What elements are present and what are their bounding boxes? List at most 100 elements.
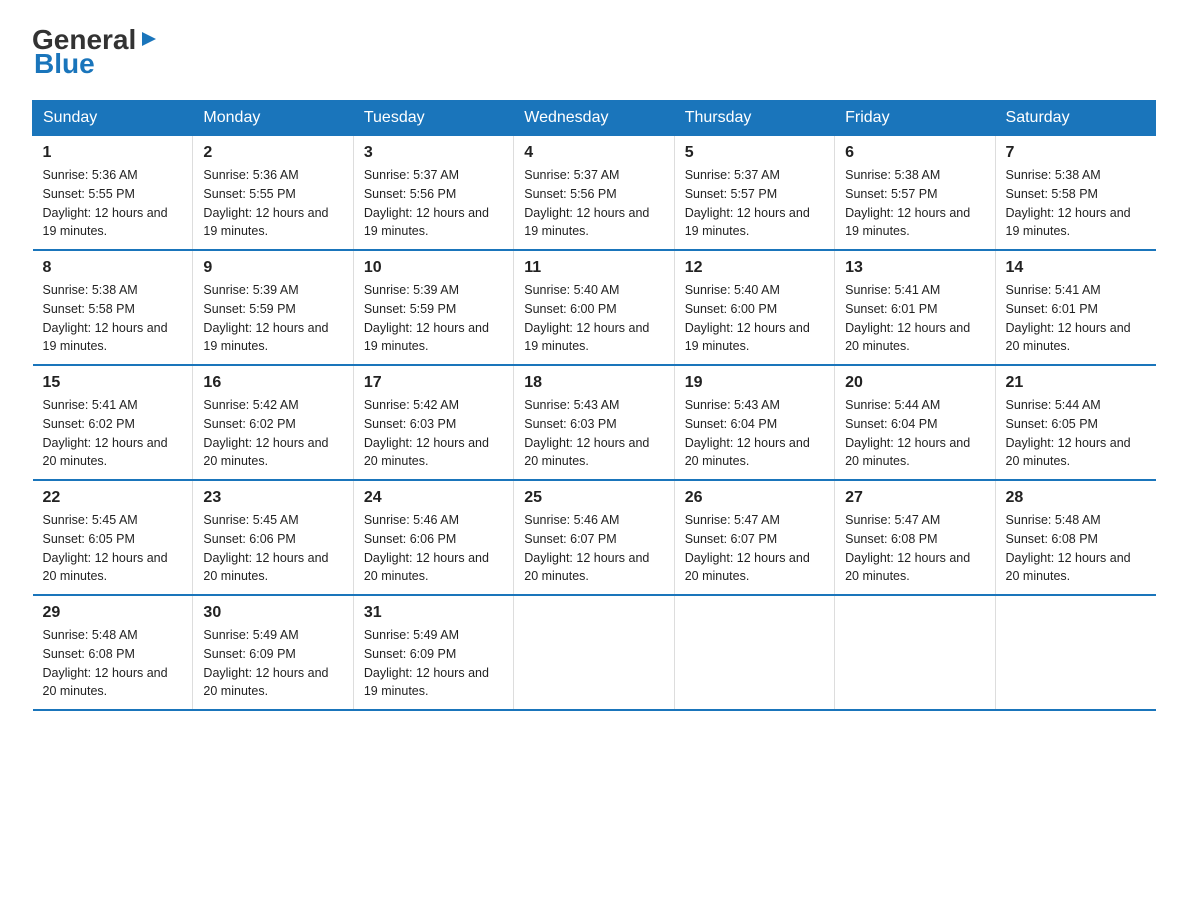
day-info: Sunrise: 5:40 AMSunset: 6:00 PMDaylight:… <box>524 281 663 356</box>
day-number: 30 <box>203 604 342 622</box>
calendar-cell: 5 Sunrise: 5:37 AMSunset: 5:57 PMDayligh… <box>674 136 834 251</box>
logo-arrow-icon <box>138 28 160 50</box>
day-info: Sunrise: 5:36 AMSunset: 5:55 PMDaylight:… <box>43 166 183 241</box>
day-info: Sunrise: 5:43 AMSunset: 6:03 PMDaylight:… <box>524 396 663 471</box>
calendar-header-wednesday: Wednesday <box>514 101 674 136</box>
calendar-header-monday: Monday <box>193 101 353 136</box>
calendar-week-1: 1 Sunrise: 5:36 AMSunset: 5:55 PMDayligh… <box>33 136 1156 251</box>
day-number: 31 <box>364 604 503 622</box>
day-info: Sunrise: 5:48 AMSunset: 6:08 PMDaylight:… <box>1006 511 1146 586</box>
day-info: Sunrise: 5:49 AMSunset: 6:09 PMDaylight:… <box>364 626 503 701</box>
day-number: 4 <box>524 144 663 162</box>
day-number: 17 <box>364 374 503 392</box>
day-info: Sunrise: 5:39 AMSunset: 5:59 PMDaylight:… <box>203 281 342 356</box>
calendar-header-friday: Friday <box>835 101 995 136</box>
day-info: Sunrise: 5:38 AMSunset: 5:58 PMDaylight:… <box>1006 166 1146 241</box>
calendar-header-thursday: Thursday <box>674 101 834 136</box>
day-number: 28 <box>1006 489 1146 507</box>
calendar-header-tuesday: Tuesday <box>353 101 513 136</box>
day-number: 9 <box>203 259 342 277</box>
calendar-cell: 23 Sunrise: 5:45 AMSunset: 6:06 PMDaylig… <box>193 480 353 595</box>
day-info: Sunrise: 5:39 AMSunset: 5:59 PMDaylight:… <box>364 281 503 356</box>
day-info: Sunrise: 5:37 AMSunset: 5:56 PMDaylight:… <box>364 166 503 241</box>
day-number: 13 <box>845 259 984 277</box>
calendar-cell: 25 Sunrise: 5:46 AMSunset: 6:07 PMDaylig… <box>514 480 674 595</box>
calendar-cell: 31 Sunrise: 5:49 AMSunset: 6:09 PMDaylig… <box>353 595 513 710</box>
day-number: 8 <box>43 259 183 277</box>
page-header: General Blue <box>32 24 1156 80</box>
day-number: 25 <box>524 489 663 507</box>
day-info: Sunrise: 5:41 AMSunset: 6:01 PMDaylight:… <box>1006 281 1146 356</box>
calendar-cell: 20 Sunrise: 5:44 AMSunset: 6:04 PMDaylig… <box>835 365 995 480</box>
day-info: Sunrise: 5:40 AMSunset: 6:00 PMDaylight:… <box>685 281 824 356</box>
calendar-cell: 14 Sunrise: 5:41 AMSunset: 6:01 PMDaylig… <box>995 250 1155 365</box>
calendar-cell: 3 Sunrise: 5:37 AMSunset: 5:56 PMDayligh… <box>353 136 513 251</box>
day-number: 20 <box>845 374 984 392</box>
calendar-cell <box>514 595 674 710</box>
calendar-cell: 21 Sunrise: 5:44 AMSunset: 6:05 PMDaylig… <box>995 365 1155 480</box>
calendar-cell: 26 Sunrise: 5:47 AMSunset: 6:07 PMDaylig… <box>674 480 834 595</box>
calendar-cell: 24 Sunrise: 5:46 AMSunset: 6:06 PMDaylig… <box>353 480 513 595</box>
day-info: Sunrise: 5:47 AMSunset: 6:07 PMDaylight:… <box>685 511 824 586</box>
day-number: 1 <box>43 144 183 162</box>
calendar-cell: 9 Sunrise: 5:39 AMSunset: 5:59 PMDayligh… <box>193 250 353 365</box>
day-info: Sunrise: 5:46 AMSunset: 6:06 PMDaylight:… <box>364 511 503 586</box>
day-info: Sunrise: 5:44 AMSunset: 6:05 PMDaylight:… <box>1006 396 1146 471</box>
calendar-cell <box>674 595 834 710</box>
calendar-cell: 18 Sunrise: 5:43 AMSunset: 6:03 PMDaylig… <box>514 365 674 480</box>
day-number: 24 <box>364 489 503 507</box>
calendar-cell <box>995 595 1155 710</box>
day-number: 18 <box>524 374 663 392</box>
day-number: 21 <box>1006 374 1146 392</box>
day-number: 5 <box>685 144 824 162</box>
day-info: Sunrise: 5:38 AMSunset: 5:57 PMDaylight:… <box>845 166 984 241</box>
day-info: Sunrise: 5:42 AMSunset: 6:02 PMDaylight:… <box>203 396 342 471</box>
calendar-cell: 12 Sunrise: 5:40 AMSunset: 6:00 PMDaylig… <box>674 250 834 365</box>
calendar-header-saturday: Saturday <box>995 101 1155 136</box>
day-number: 27 <box>845 489 984 507</box>
day-number: 29 <box>43 604 183 622</box>
calendar-cell: 7 Sunrise: 5:38 AMSunset: 5:58 PMDayligh… <box>995 136 1155 251</box>
calendar-header-row: SundayMondayTuesdayWednesdayThursdayFrid… <box>33 101 1156 136</box>
day-number: 10 <box>364 259 503 277</box>
day-number: 2 <box>203 144 342 162</box>
day-number: 3 <box>364 144 503 162</box>
day-info: Sunrise: 5:37 AMSunset: 5:56 PMDaylight:… <box>524 166 663 241</box>
calendar-week-5: 29 Sunrise: 5:48 AMSunset: 6:08 PMDaylig… <box>33 595 1156 710</box>
day-number: 12 <box>685 259 824 277</box>
calendar-cell: 28 Sunrise: 5:48 AMSunset: 6:08 PMDaylig… <box>995 480 1155 595</box>
calendar-cell: 22 Sunrise: 5:45 AMSunset: 6:05 PMDaylig… <box>33 480 193 595</box>
day-number: 14 <box>1006 259 1146 277</box>
day-number: 7 <box>1006 144 1146 162</box>
day-number: 26 <box>685 489 824 507</box>
calendar-cell: 4 Sunrise: 5:37 AMSunset: 5:56 PMDayligh… <box>514 136 674 251</box>
calendar-week-2: 8 Sunrise: 5:38 AMSunset: 5:58 PMDayligh… <box>33 250 1156 365</box>
day-info: Sunrise: 5:42 AMSunset: 6:03 PMDaylight:… <box>364 396 503 471</box>
day-info: Sunrise: 5:36 AMSunset: 5:55 PMDaylight:… <box>203 166 342 241</box>
day-info: Sunrise: 5:41 AMSunset: 6:01 PMDaylight:… <box>845 281 984 356</box>
calendar-week-4: 22 Sunrise: 5:45 AMSunset: 6:05 PMDaylig… <box>33 480 1156 595</box>
day-info: Sunrise: 5:45 AMSunset: 6:06 PMDaylight:… <box>203 511 342 586</box>
day-number: 16 <box>203 374 342 392</box>
calendar-cell: 11 Sunrise: 5:40 AMSunset: 6:00 PMDaylig… <box>514 250 674 365</box>
calendar-cell: 30 Sunrise: 5:49 AMSunset: 6:09 PMDaylig… <box>193 595 353 710</box>
day-info: Sunrise: 5:43 AMSunset: 6:04 PMDaylight:… <box>685 396 824 471</box>
day-number: 19 <box>685 374 824 392</box>
calendar-cell: 17 Sunrise: 5:42 AMSunset: 6:03 PMDaylig… <box>353 365 513 480</box>
calendar-cell <box>835 595 995 710</box>
calendar-cell: 13 Sunrise: 5:41 AMSunset: 6:01 PMDaylig… <box>835 250 995 365</box>
calendar-week-3: 15 Sunrise: 5:41 AMSunset: 6:02 PMDaylig… <box>33 365 1156 480</box>
day-info: Sunrise: 5:41 AMSunset: 6:02 PMDaylight:… <box>43 396 183 471</box>
calendar-cell: 19 Sunrise: 5:43 AMSunset: 6:04 PMDaylig… <box>674 365 834 480</box>
calendar-cell: 16 Sunrise: 5:42 AMSunset: 6:02 PMDaylig… <box>193 365 353 480</box>
day-number: 23 <box>203 489 342 507</box>
day-number: 22 <box>43 489 183 507</box>
calendar-cell: 2 Sunrise: 5:36 AMSunset: 5:55 PMDayligh… <box>193 136 353 251</box>
day-number: 15 <box>43 374 183 392</box>
day-number: 11 <box>524 259 663 277</box>
calendar-table: SundayMondayTuesdayWednesdayThursdayFrid… <box>32 100 1156 711</box>
day-info: Sunrise: 5:46 AMSunset: 6:07 PMDaylight:… <box>524 511 663 586</box>
calendar-header-sunday: Sunday <box>33 101 193 136</box>
day-info: Sunrise: 5:49 AMSunset: 6:09 PMDaylight:… <box>203 626 342 701</box>
calendar-cell: 8 Sunrise: 5:38 AMSunset: 5:58 PMDayligh… <box>33 250 193 365</box>
